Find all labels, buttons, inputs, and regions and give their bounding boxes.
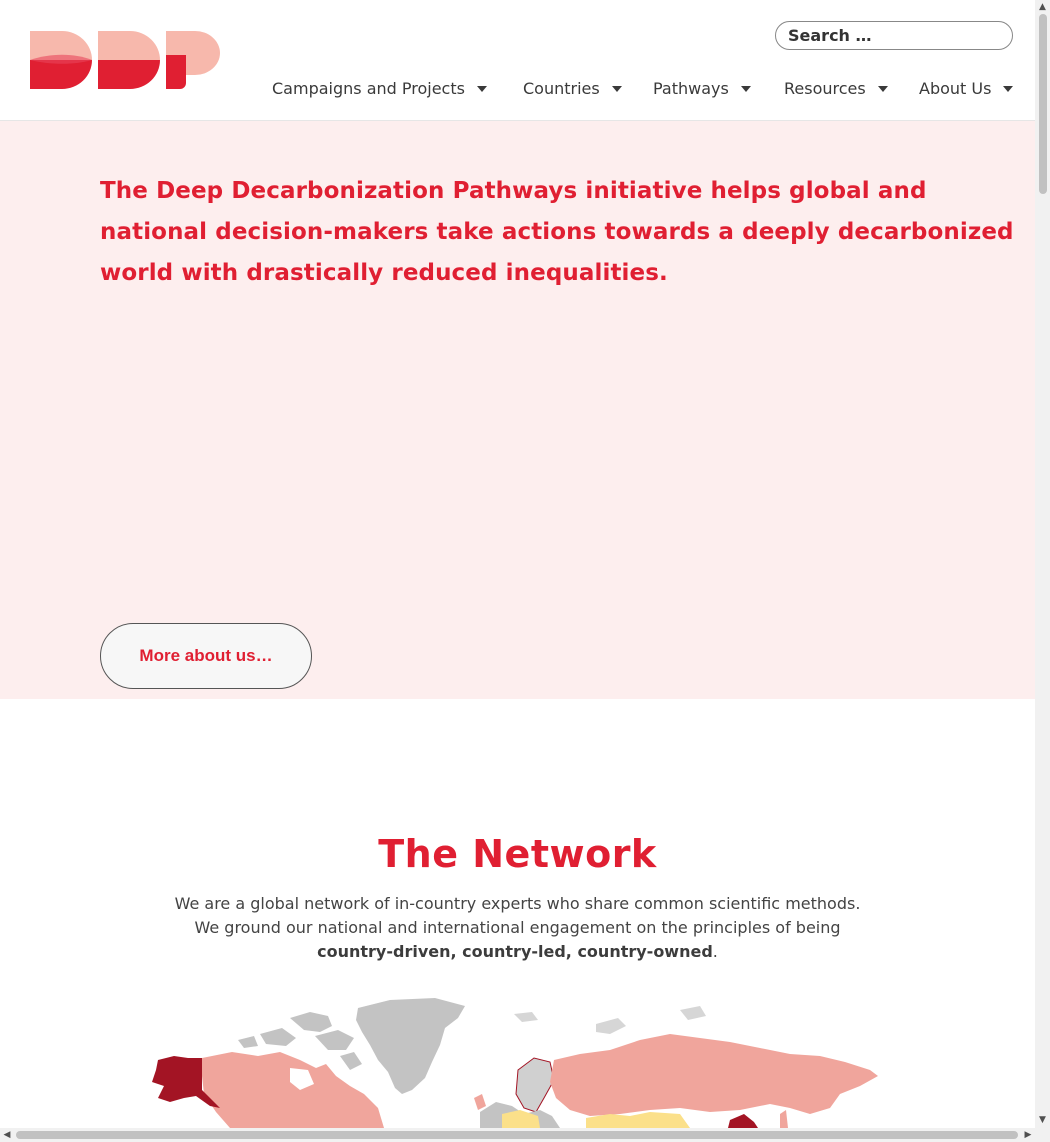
nav-countries[interactable]: Countries [523, 79, 622, 98]
vertical-scroll-thumb[interactable] [1039, 14, 1047, 194]
hero-heading: The Deep Decarbonization Pathways initia… [100, 178, 1014, 286]
search-input[interactable] [775, 21, 1013, 50]
main-nav: Campaigns and Projects Countries Pathway… [0, 79, 1035, 103]
nav-resources[interactable]: Resources [784, 79, 888, 98]
scroll-left-arrow-icon[interactable]: ◀ [0, 1128, 14, 1142]
horizontal-scroll-thumb[interactable] [16, 1131, 1018, 1139]
caret-down-icon [877, 85, 888, 92]
more-about-us-button[interactable]: More about us… [100, 623, 312, 689]
network-principles: country-driven, country-led, country-own… [317, 942, 713, 961]
caret-down-icon [1003, 85, 1014, 92]
map-russia [550, 1034, 878, 1116]
caret-down-icon [611, 85, 622, 92]
caret-down-icon [740, 85, 751, 92]
nav-label: About Us [919, 79, 992, 98]
map-japan [780, 1110, 788, 1128]
nav-label: Campaigns and Projects [272, 79, 465, 98]
site-header: Campaigns and Projects Countries Pathway… [0, 0, 1035, 121]
map-russian-islands [514, 1006, 706, 1034]
network-description: We are a global network of in-country ex… [0, 892, 1035, 964]
map-uk [474, 1094, 486, 1110]
page: Campaigns and Projects Countries Pathway… [0, 0, 1035, 1128]
network-line-2: We ground our national and international… [194, 918, 841, 937]
map-scandinavia [515, 1057, 555, 1113]
network-line-1: We are a global network of in-country ex… [174, 894, 861, 913]
hero-section: The Deep Decarbonization Pathways initia… [0, 121, 1035, 699]
map-greenland [356, 998, 465, 1094]
nav-label: Pathways [653, 79, 729, 98]
scroll-right-arrow-icon[interactable]: ▶ [1021, 1128, 1035, 1142]
network-line-3: country-driven, country-led, country-own… [0, 940, 1035, 964]
nav-label: Countries [523, 79, 600, 98]
scrollbar-corner [1035, 1128, 1050, 1142]
network-period: . [712, 942, 718, 961]
nav-campaigns-and-projects[interactable]: Campaigns and Projects [272, 79, 487, 98]
scroll-down-arrow-icon[interactable]: ▼ [1036, 1113, 1049, 1127]
scroll-up-arrow-icon[interactable]: ▲ [1036, 0, 1049, 14]
caret-down-icon [476, 85, 487, 92]
map-china [728, 1114, 758, 1128]
nav-about-us[interactable]: About Us [919, 79, 1014, 98]
nav-pathways[interactable]: Pathways [653, 79, 751, 98]
nav-label: Resources [784, 79, 866, 98]
network-title: The Network [378, 832, 657, 876]
world-map[interactable] [140, 990, 900, 1128]
